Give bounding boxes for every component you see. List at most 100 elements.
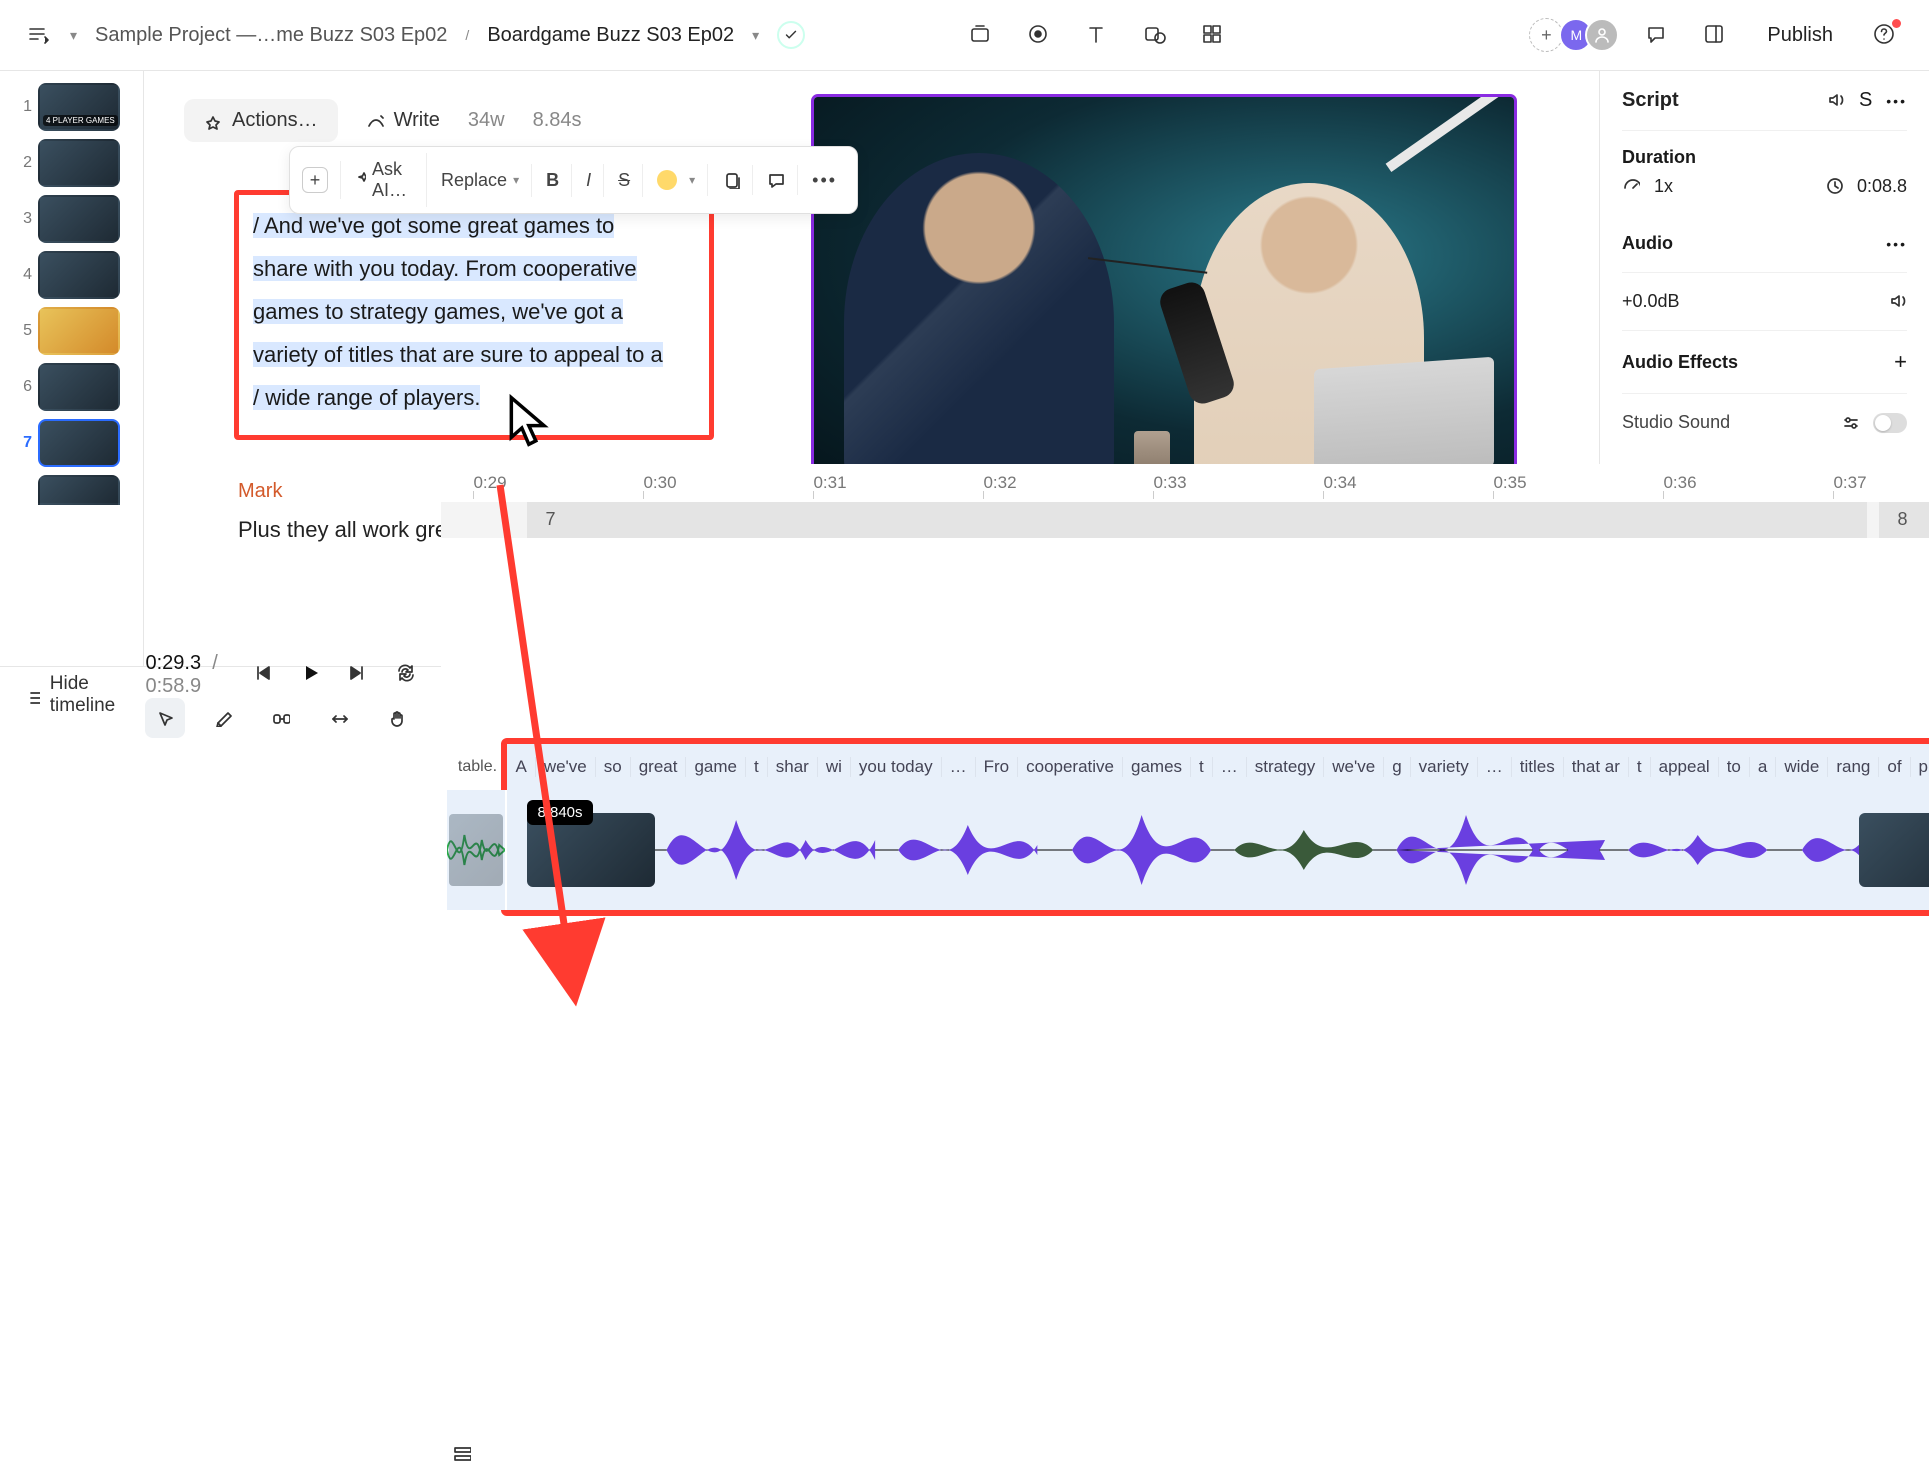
highlight-color-button[interactable]: ▾ — [645, 164, 708, 196]
more-menu-button[interactable]: ••• — [1886, 93, 1907, 109]
strike-button[interactable]: S — [606, 164, 643, 197]
audio-waveform-track[interactable] — [507, 790, 1929, 910]
script-line[interactable]: variety of titles that are sure to appea… — [253, 342, 663, 367]
app-menu-icon[interactable] — [24, 21, 52, 49]
collaborator-avatars[interactable]: + M — [1529, 18, 1619, 52]
add-block-button[interactable]: + — [298, 161, 341, 199]
record-icon[interactable] — [1019, 15, 1059, 55]
scene-thumb-5[interactable]: 5 — [0, 303, 143, 359]
actions-button[interactable]: Actions… — [184, 99, 338, 142]
hand-tool[interactable] — [377, 698, 417, 738]
speed-icon[interactable] — [1622, 176, 1640, 197]
word-token[interactable]: Fro — [976, 757, 1019, 777]
word-token[interactable]: play — [1911, 757, 1929, 777]
script-line[interactable]: / wide range of players. — [253, 385, 480, 410]
word-token[interactable]: variety — [1411, 757, 1478, 777]
word-token[interactable]: so — [596, 757, 631, 777]
write-button[interactable]: Write — [366, 109, 440, 132]
word-token[interactable]: t — [1629, 757, 1651, 777]
italic-button[interactable]: I — [574, 164, 604, 197]
waveform[interactable] — [655, 790, 1929, 910]
script-line[interactable]: games to strategy games, we've got a — [253, 299, 623, 324]
chevron-down-icon[interactable]: ▾ — [752, 27, 759, 44]
scene-thumb-8[interactable] — [0, 471, 143, 509]
word-token[interactable]: strategy — [1247, 757, 1324, 777]
avatar[interactable] — [1585, 18, 1619, 52]
word-token[interactable]: we've — [536, 757, 596, 777]
word-token[interactable]: rang — [1828, 757, 1879, 777]
breadcrumb-file[interactable]: Boardgame Buzz S03 Ep02 — [487, 24, 734, 47]
select-tool[interactable] — [145, 698, 185, 738]
scene-thumb-1[interactable]: 14 PLAYER GAMES — [0, 79, 143, 135]
word-token[interactable]: cooperative — [1018, 757, 1123, 777]
word-token[interactable]: we've — [1324, 757, 1384, 777]
word-token[interactable]: … — [942, 757, 976, 777]
word-token[interactable]: a — [1750, 757, 1776, 777]
word-token[interactable]: to — [1719, 757, 1750, 777]
word-token[interactable]: t — [1191, 757, 1213, 777]
word-token[interactable]: A — [507, 757, 535, 777]
scene-thumb-4[interactable]: 4 — [0, 247, 143, 303]
word-token[interactable]: shar — [768, 757, 818, 777]
more-menu-button[interactable]: ••• — [1886, 236, 1907, 252]
copy-page-button[interactable] — [710, 165, 753, 195]
word-token[interactable]: you today — [851, 757, 942, 777]
add-collaborator-icon[interactable]: + — [1529, 18, 1563, 52]
blade-tool[interactable] — [203, 698, 243, 738]
word-token[interactable]: great — [631, 757, 687, 777]
word-token[interactable]: t — [746, 757, 768, 777]
scene-thumb-7[interactable]: 7 — [0, 415, 143, 471]
word-token[interactable]: game — [686, 757, 746, 777]
ask-ai-button[interactable]: Ask AI… — [343, 153, 427, 207]
volume-icon[interactable] — [1827, 90, 1845, 111]
word-token[interactable]: … — [1213, 757, 1247, 777]
help-icon[interactable] — [1865, 15, 1905, 55]
script-line[interactable]: share with you today. From cooperative — [253, 256, 637, 281]
replace-button[interactable]: Replace ▾ — [429, 164, 532, 197]
hide-timeline-button[interactable]: Hide timeline — [28, 673, 121, 717]
word-token[interactable]: g — [1384, 757, 1410, 777]
more-menu-button[interactable]: ••• — [800, 164, 849, 197]
scene-track[interactable]: 7 8 — [441, 502, 1929, 538]
slip-tool[interactable] — [319, 698, 359, 738]
shape-overlay-icon[interactable] — [1135, 15, 1175, 55]
add-effect-button[interactable]: + — [1894, 349, 1907, 375]
time-ruler[interactable]: 0:29 0:30 0:31 0:32 0:33 0:34 0:35 0:36 … — [441, 464, 1929, 502]
script-line[interactable]: / And we've got some great games to — [253, 213, 614, 238]
layout-panel-icon[interactable] — [1695, 15, 1735, 55]
word-token[interactable]: games — [1123, 757, 1191, 777]
comment-button[interactable] — [755, 165, 798, 195]
ripple-tool[interactable] — [261, 698, 301, 738]
word-token[interactable]: … — [1478, 757, 1512, 777]
word-token[interactable]: wi — [818, 757, 851, 777]
scene-thumb-6[interactable]: 6 — [0, 359, 143, 415]
volume-icon[interactable] — [1889, 291, 1907, 312]
scene-clip-8[interactable]: 8 — [1879, 502, 1929, 538]
media-library-icon[interactable] — [961, 15, 1001, 55]
word-track[interactable]: Awe'vesogreatgametsharwiyou today…Frocoo… — [507, 744, 1929, 790]
scene-clip-7[interactable]: 7 — [527, 502, 1867, 538]
scene-thumb-2[interactable]: 2 — [0, 135, 143, 191]
word-token[interactable]: titles — [1512, 757, 1564, 777]
layer-letter[interactable]: S — [1859, 89, 1872, 112]
scene-thumbnail-rail[interactable]: 14 PLAYER GAMES 2 3 4 5 6 7 — [0, 71, 144, 666]
selected-transcript-block[interactable]: / And we've got some great games to shar… — [234, 190, 714, 440]
word-token[interactable]: of — [1879, 757, 1910, 777]
track-collapse-icon[interactable] — [453, 1444, 471, 1465]
text-tool-icon[interactable] — [1077, 15, 1117, 55]
video-canvas[interactable] — [814, 97, 1514, 493]
publish-button[interactable]: Publish — [1753, 18, 1847, 53]
breadcrumb-project[interactable]: Sample Project —…me Buzz S03 Ep02 — [95, 24, 447, 47]
effect-toggle[interactable] — [1873, 413, 1907, 433]
word-token[interactable]: wide — [1776, 757, 1828, 777]
audio-gain[interactable]: +0.0dB — [1622, 291, 1680, 312]
word-token[interactable]: that ar — [1564, 757, 1629, 777]
scene-thumb-3[interactable]: 3 — [0, 191, 143, 247]
timeline[interactable]: 0:29 0:30 0:31 0:32 0:33 0:34 0:35 0:36 … — [441, 464, 1929, 926]
word-token[interactable]: appeal — [1651, 757, 1719, 777]
playback-speed[interactable]: 1x — [1654, 176, 1673, 197]
chevron-down-icon[interactable]: ▾ — [70, 27, 77, 44]
effect-settings-icon[interactable] — [1841, 414, 1859, 432]
bold-button[interactable]: B — [534, 164, 572, 197]
comments-icon[interactable] — [1637, 15, 1677, 55]
